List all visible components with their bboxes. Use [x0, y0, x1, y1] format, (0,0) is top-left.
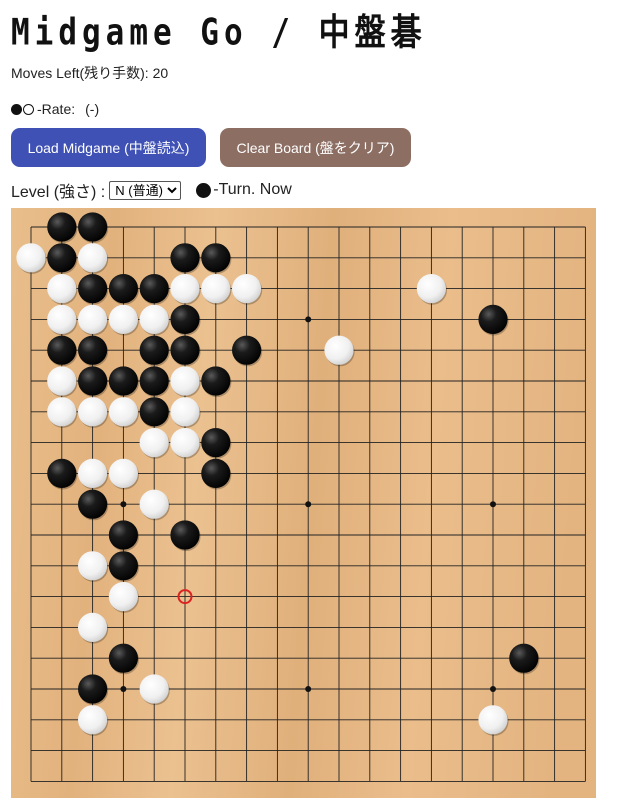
load-midgame-button[interactable]: Load Midgame (中盤読込) — [11, 128, 206, 167]
white-stone — [232, 274, 262, 304]
level-select[interactable]: N (普通) — [109, 180, 182, 200]
white-stone — [139, 489, 169, 519]
white-stone — [170, 428, 200, 458]
white-stone — [170, 274, 200, 304]
black-stone — [509, 643, 539, 673]
white-stone — [478, 705, 508, 735]
white-stone-icon — [23, 103, 34, 115]
black-stone — [78, 489, 108, 519]
white-stone — [416, 274, 446, 304]
moves-left-counter: Moves Left(残り手数): 20 — [11, 65, 169, 81]
black-stone — [108, 643, 138, 673]
white-stone — [108, 397, 138, 427]
black-stone — [139, 366, 169, 396]
white-stone — [78, 458, 108, 488]
black-stone — [201, 458, 231, 488]
black-stone — [478, 304, 508, 334]
star-point — [305, 686, 312, 692]
black-stone — [108, 274, 138, 304]
turn-indicator: -Turn. Now — [213, 181, 292, 198]
star-point — [120, 501, 127, 508]
white-stone — [108, 304, 138, 334]
black-stone — [78, 274, 108, 304]
black-stone — [139, 274, 169, 304]
black-stone — [139, 335, 169, 365]
white-stone — [78, 304, 108, 334]
star-point — [120, 686, 127, 692]
level-label: Level (強さ) : — [11, 184, 106, 201]
white-stone — [78, 397, 108, 427]
white-stone — [108, 458, 138, 488]
black-stone — [108, 551, 138, 581]
level-row: Level (強さ) : N (普通) -Turn. Now — [11, 178, 292, 202]
rate-value: (-) — [85, 101, 100, 117]
black-stone — [108, 366, 138, 396]
white-stone — [139, 428, 169, 458]
black-stone — [47, 458, 77, 488]
white-stone — [139, 304, 169, 334]
white-stone — [170, 366, 200, 396]
star-point — [490, 501, 496, 508]
white-stone — [16, 243, 46, 273]
star-point — [305, 316, 312, 323]
black-stone — [139, 397, 169, 427]
black-stone — [47, 335, 77, 365]
black-stone — [47, 212, 77, 242]
white-stone — [47, 304, 77, 334]
black-stone — [201, 243, 231, 273]
black-stone — [78, 366, 108, 396]
black-stone — [170, 304, 200, 334]
go-board-canvas[interactable] — [11, 208, 596, 798]
white-stone — [78, 705, 108, 735]
rate-display: -Rate: (-) — [11, 101, 99, 117]
black-stone — [78, 674, 108, 704]
black-stone — [78, 212, 108, 242]
black-stone — [108, 520, 138, 550]
black-stone — [47, 243, 77, 273]
rate-label: -Rate: — [37, 101, 76, 117]
black-stone — [232, 335, 262, 365]
white-stone — [170, 397, 200, 427]
black-stone — [170, 520, 200, 550]
white-stone — [47, 397, 77, 427]
white-stone — [78, 243, 108, 273]
white-stone — [78, 612, 108, 642]
black-stone — [201, 428, 231, 458]
clear-board-button[interactable]: Clear Board (盤をクリア) — [220, 128, 411, 167]
white-stone — [139, 674, 169, 704]
black-stone — [78, 335, 108, 365]
black-stone — [170, 243, 200, 273]
black-stone — [170, 335, 200, 365]
page-title: Midgame Go / 中盤碁 — [11, 11, 427, 54]
white-stone — [201, 274, 231, 304]
white-stone — [108, 582, 138, 612]
black-stone-icon — [11, 103, 22, 115]
star-point — [305, 501, 312, 508]
white-stone — [78, 551, 108, 581]
black-stone — [201, 366, 231, 396]
star-point — [490, 686, 496, 692]
white-stone — [324, 335, 354, 365]
go-board[interactable] — [11, 208, 596, 798]
white-stone — [47, 274, 77, 304]
white-stone — [47, 366, 77, 396]
black-turn-stone-icon — [196, 182, 212, 198]
